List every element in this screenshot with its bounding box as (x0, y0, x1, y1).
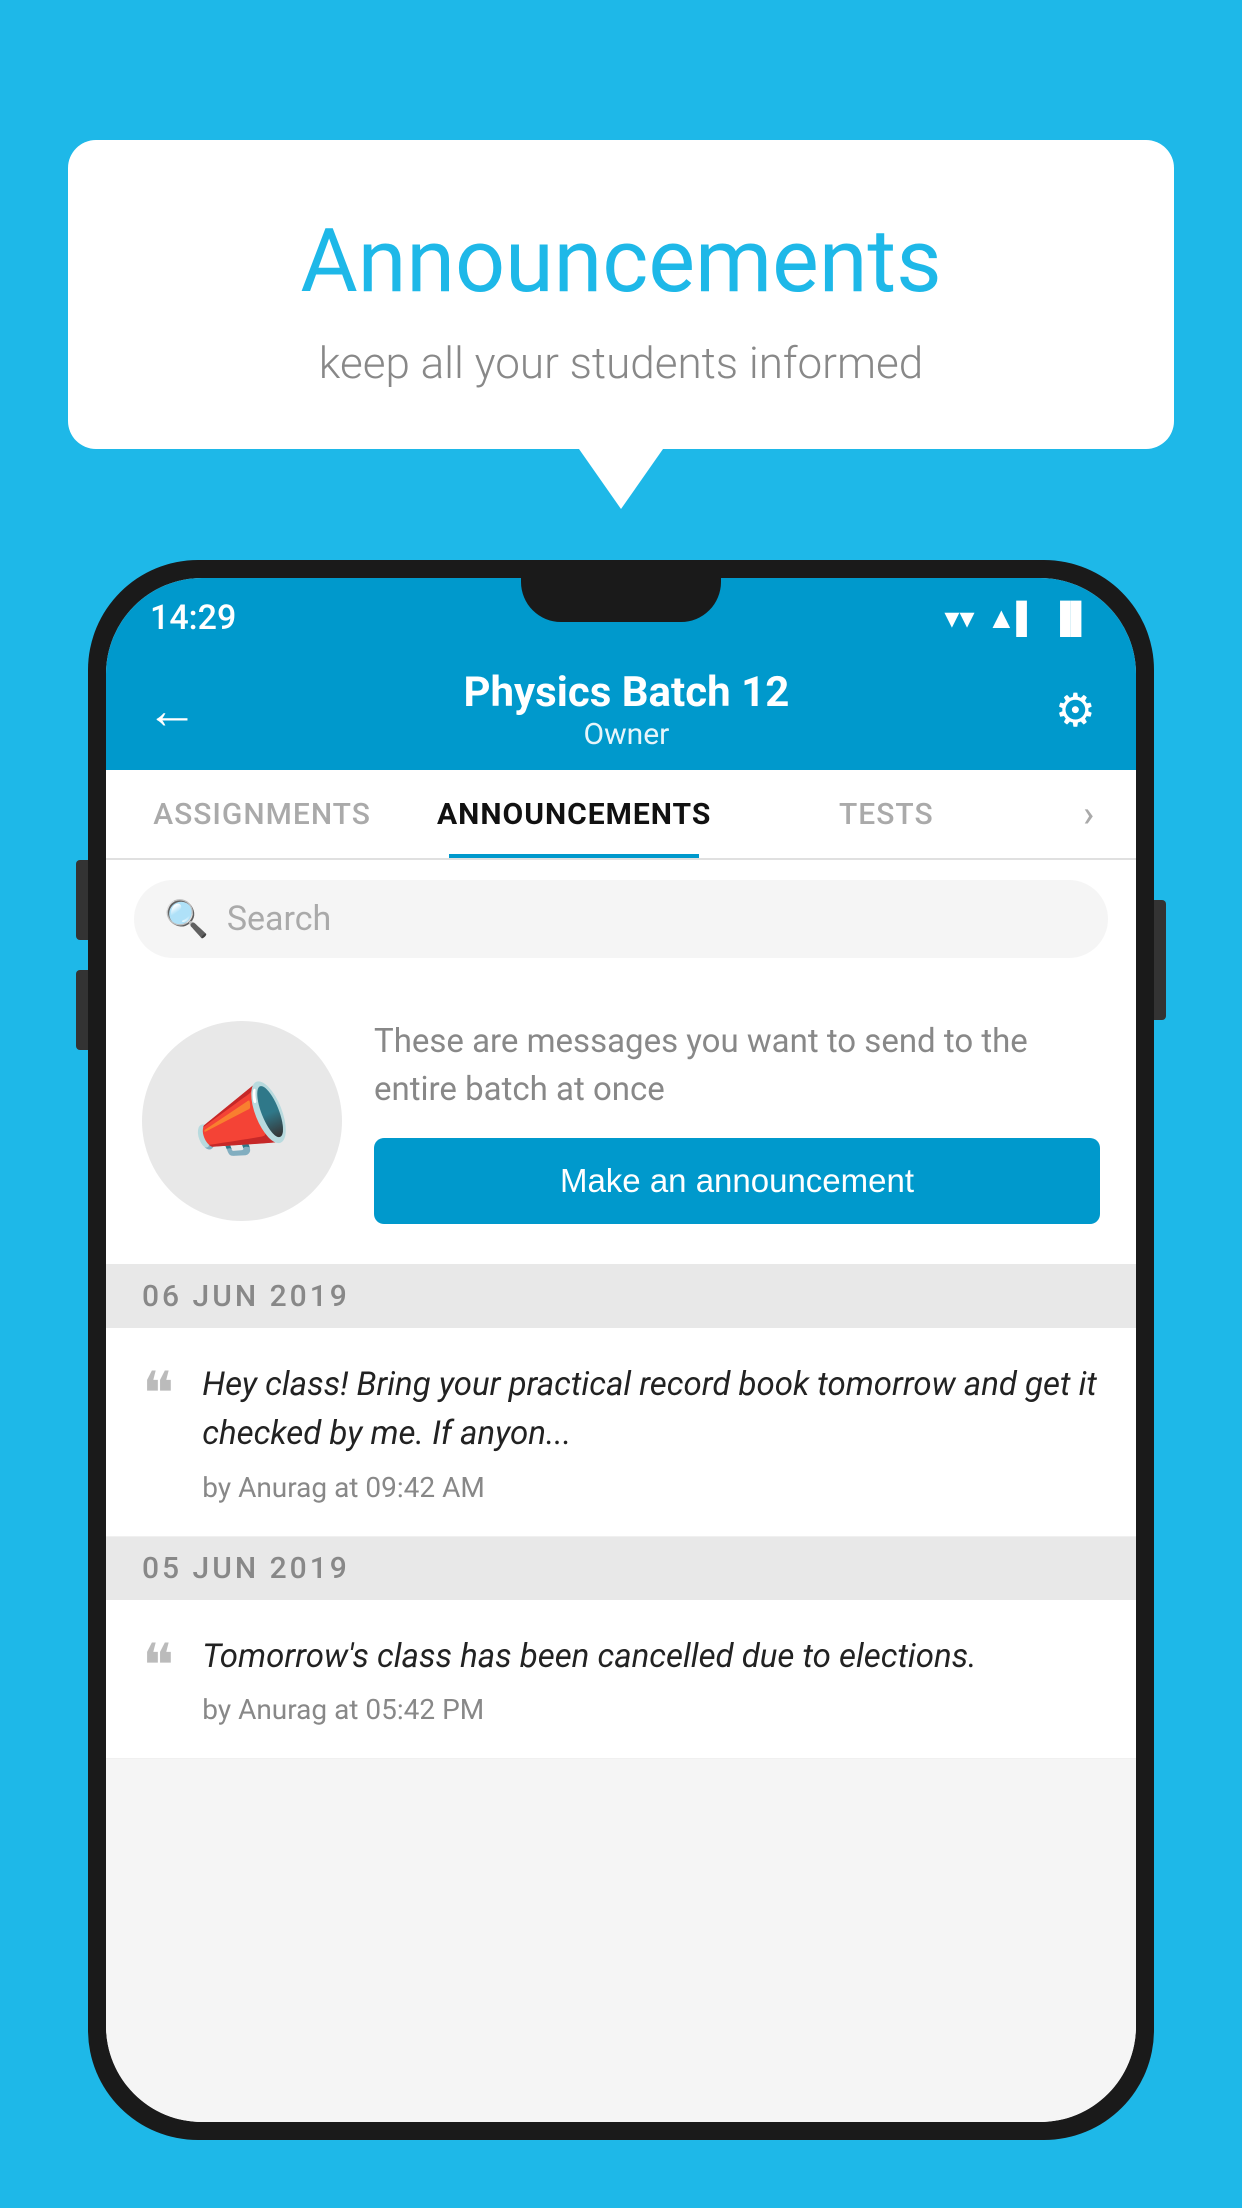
content-area: 🔍 Search 📣 These are messages you want t… (106, 860, 1136, 2122)
announcement-content-1: Hey class! Bring your practical record b… (202, 1360, 1100, 1504)
speech-bubble-card: Announcements keep all your students inf… (68, 140, 1174, 449)
announcement-meta-1: by Anurag at 09:42 AM (202, 1471, 1100, 1504)
app-bar-title: Physics Batch 12 (463, 668, 789, 717)
phone-wrapper: 14:29 ▾▾ ▲▌ ▐▌ ← Physics Batch 12 Owner … (88, 560, 1154, 2140)
quote-icon-2: ❝ (142, 1636, 174, 1696)
search-icon: 🔍 (164, 898, 209, 940)
search-placeholder: Search (227, 899, 331, 939)
announcement-item-1[interactable]: ❝ Hey class! Bring your practical record… (106, 1328, 1136, 1537)
speech-bubble-subtitle: keep all your students informed (128, 337, 1114, 389)
announcement-text-1: Hey class! Bring your practical record b… (202, 1360, 1100, 1459)
date-separator-2: 05 JUN 2019 (106, 1537, 1136, 1600)
tab-tests[interactable]: TESTS (730, 770, 1042, 858)
tabs-bar: ASSIGNMENTS ANNOUNCEMENTS TESTS › (106, 770, 1136, 860)
make-announcement-button[interactable]: Make an announcement (374, 1138, 1100, 1224)
phone-outer: 14:29 ▾▾ ▲▌ ▐▌ ← Physics Batch 12 Owner … (88, 560, 1154, 2140)
announcement-item-2[interactable]: ❝ Tomorrow's class has been cancelled du… (106, 1600, 1136, 1760)
status-icons: ▾▾ ▲▌ ▐▌ (944, 601, 1092, 636)
volume-down-button (76, 970, 88, 1050)
back-button[interactable]: ← (146, 680, 198, 741)
phone-notch (521, 578, 721, 622)
date-separator-1: 06 JUN 2019 (106, 1265, 1136, 1328)
status-time: 14:29 (150, 598, 236, 638)
battery-icon: ▐▌ (1049, 601, 1092, 636)
speech-bubble-wrapper: Announcements keep all your students inf… (68, 140, 1174, 509)
app-bar-title-wrap: Physics Batch 12 Owner (463, 668, 789, 752)
tab-announcements[interactable]: ANNOUNCEMENTS (418, 770, 730, 858)
signal-icon: ▲▌ (987, 601, 1038, 636)
app-bar: ← Physics Batch 12 Owner ⚙ (106, 650, 1136, 770)
tab-more[interactable]: › (1042, 770, 1136, 858)
search-bar-wrap: 🔍 Search (106, 860, 1136, 978)
promo-content: These are messages you want to send to t… (374, 1018, 1100, 1224)
settings-button[interactable]: ⚙ (1055, 683, 1096, 738)
phone-screen: 14:29 ▾▾ ▲▌ ▐▌ ← Physics Batch 12 Owner … (106, 578, 1136, 2122)
wifi-icon: ▾▾ (944, 601, 974, 636)
announcement-meta-2: by Anurag at 05:42 PM (202, 1693, 1100, 1726)
megaphone-icon: 📣 (192, 1074, 292, 1168)
quote-icon-1: ❝ (142, 1364, 174, 1424)
search-bar[interactable]: 🔍 Search (134, 880, 1108, 958)
speech-bubble-arrow (579, 449, 663, 509)
promo-icon-circle: 📣 (142, 1021, 342, 1221)
tab-assignments[interactable]: ASSIGNMENTS (106, 770, 418, 858)
promo-card: 📣 These are messages you want to send to… (106, 978, 1136, 1265)
announcement-text-2: Tomorrow's class has been cancelled due … (202, 1632, 1100, 1682)
app-bar-subtitle: Owner (463, 717, 789, 752)
volume-up-button (76, 860, 88, 940)
announcement-content-2: Tomorrow's class has been cancelled due … (202, 1632, 1100, 1727)
promo-description: These are messages you want to send to t… (374, 1018, 1100, 1114)
power-button (1154, 900, 1166, 1020)
speech-bubble-title: Announcements (128, 210, 1114, 313)
